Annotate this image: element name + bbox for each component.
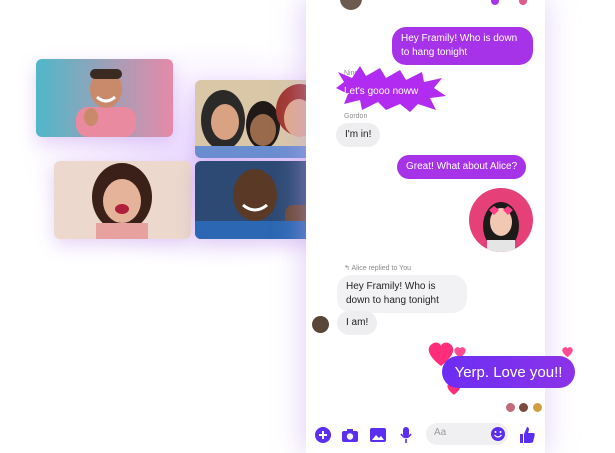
alice-avatar[interactable] bbox=[469, 188, 533, 252]
plus-icon[interactable] bbox=[314, 426, 332, 444]
message-bubble-sent[interactable]: Hey Framily! Who is down to hang tonight bbox=[392, 27, 533, 65]
header-icon[interactable] bbox=[491, 0, 499, 5]
message-bubble-received[interactable]: I'm in! bbox=[336, 123, 381, 147]
emoji-icon[interactable] bbox=[490, 426, 506, 442]
photo-icon[interactable] bbox=[369, 426, 387, 444]
reply-label: Alice replied to You bbox=[351, 265, 411, 272]
avatar bbox=[518, 402, 530, 413]
header-icon[interactable] bbox=[519, 0, 527, 5]
message-bubble-received[interactable]: I am! bbox=[337, 311, 378, 335]
avatar bbox=[505, 402, 516, 413]
camera-icon[interactable] bbox=[341, 426, 359, 444]
mic-icon[interactable] bbox=[397, 426, 415, 444]
message-bubble-sent[interactable]: Great! What about Alice? bbox=[397, 155, 527, 179]
video-tile-woman-laughing[interactable] bbox=[54, 161, 191, 239]
reply-indicator: ↰ Alice replied to You bbox=[344, 265, 411, 272]
replied-message-bubble[interactable]: Hey Framily! Who is down to hang tonight bbox=[337, 275, 467, 313]
video-tile-person-laughing[interactable] bbox=[36, 59, 173, 137]
heart-icon bbox=[562, 347, 573, 358]
sender-name: Gordon bbox=[344, 113, 368, 120]
avatar[interactable] bbox=[312, 316, 329, 333]
message-input-placeholder: Aa bbox=[434, 427, 447, 438]
person-laughing-image bbox=[36, 59, 173, 137]
thumbs-up-icon[interactable] bbox=[518, 426, 536, 444]
avatar bbox=[531, 402, 543, 413]
chat-window: Hey Framily! Who is down to hang tonight… bbox=[306, 0, 575, 453]
read-receipts bbox=[505, 400, 543, 418]
header-avatar[interactable] bbox=[340, 0, 362, 10]
message-bubble-sent-large[interactable]: Yerp. Love you!! bbox=[442, 356, 575, 388]
message-text: Let's gooo noww bbox=[344, 86, 419, 97]
woman-laughing-image bbox=[54, 161, 191, 239]
